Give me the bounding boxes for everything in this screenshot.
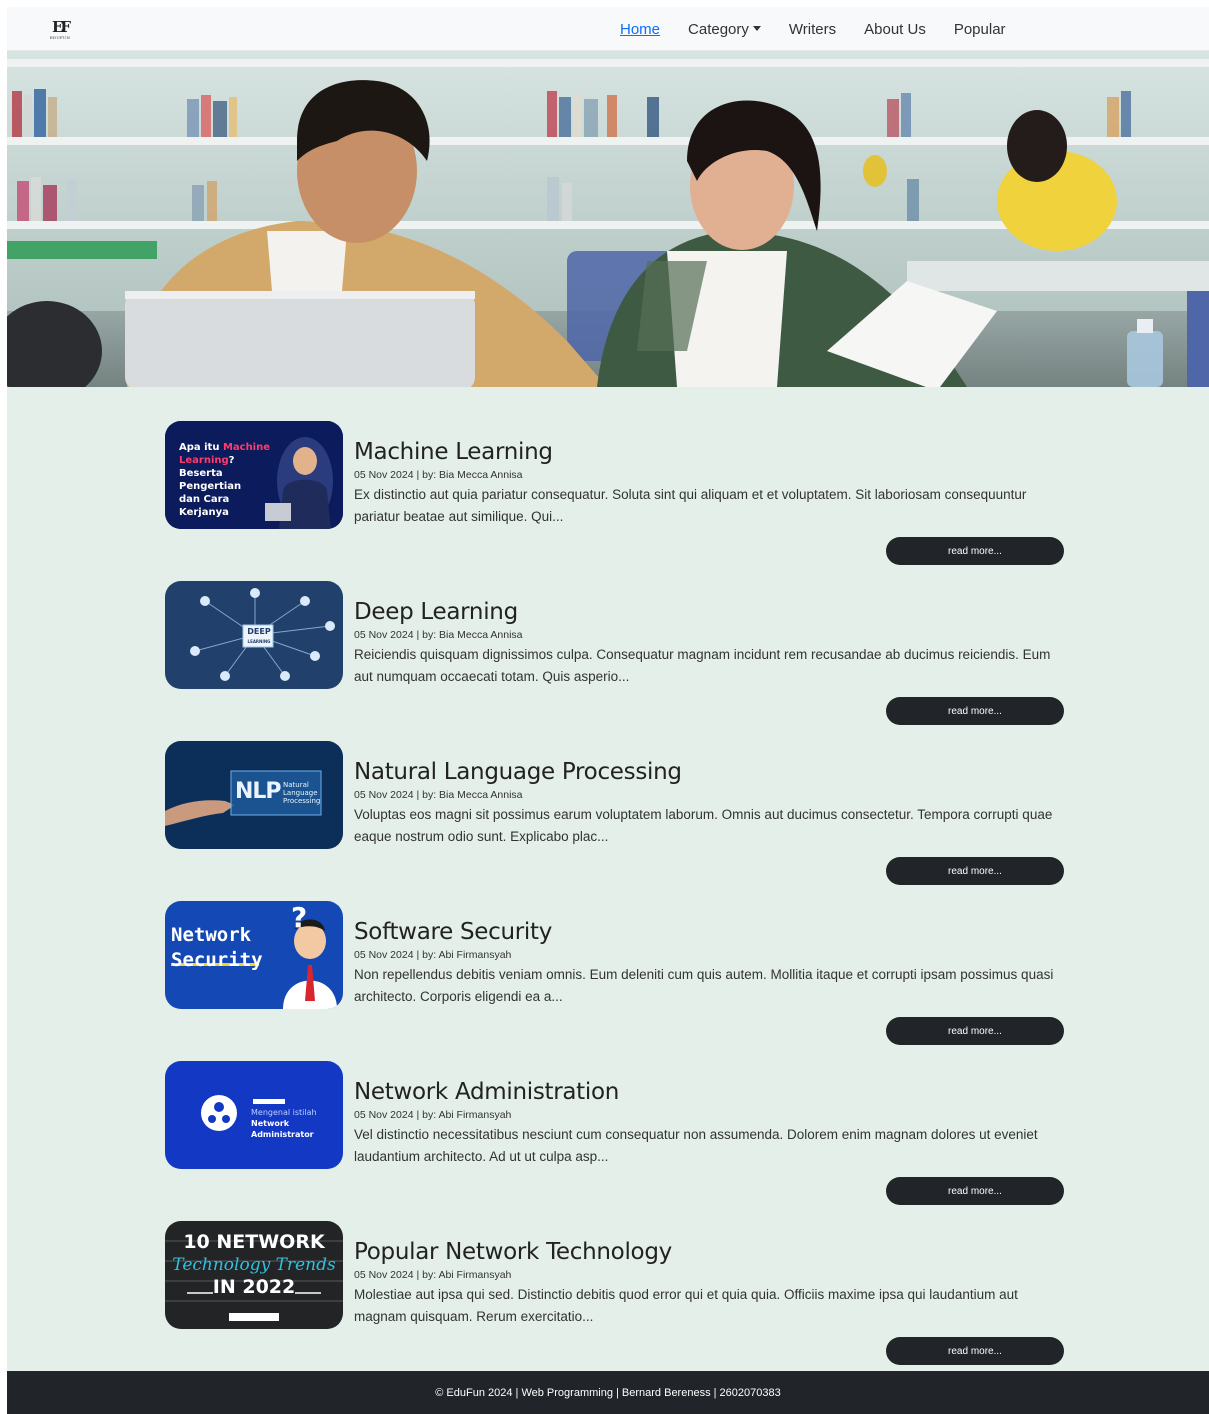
- article-title[interactable]: Software Security: [354, 919, 552, 945]
- nav-category-dropdown[interactable]: Category: [688, 21, 761, 38]
- thumb-text: Network Administrator: [251, 1119, 314, 1139]
- thumb-text: Beserta Pengertian: [179, 468, 242, 492]
- read-more-button[interactable]: read more...: [886, 1337, 1064, 1365]
- article-title[interactable]: Natural Language Processing: [354, 759, 682, 785]
- article-card: NLP Natural Language Processing Natural …: [165, 741, 1065, 901]
- article-thumbnail[interactable]: 10 NETWORK Technology Trends IN 2022: [165, 1221, 343, 1329]
- thumb-text: IN 2022: [212, 1276, 296, 1298]
- article-excerpt: Voluptas eos magni sit possimus earum vo…: [354, 807, 1053, 844]
- thumb-text: Processing: [283, 797, 321, 805]
- nav-about-link[interactable]: About Us: [864, 21, 926, 38]
- nav-writers-link[interactable]: Writers: [789, 21, 836, 38]
- article-excerpt: Molestiae aut ipsa qui sed. Distinctio d…: [354, 1287, 1018, 1324]
- article-card: ? Network Security Software Security 05 …: [165, 901, 1065, 1061]
- thumb-caption: DEEP LEARNING: [245, 627, 273, 646]
- article-thumbnail[interactable]: ? Network Security: [165, 901, 343, 1009]
- thumb-text-highlight: Learning: [179, 455, 229, 466]
- read-more-button[interactable]: read more...: [886, 1017, 1064, 1045]
- thumb-text: NLP: [235, 779, 282, 804]
- thumb-caption: Mengenal istilah Network Administrator: [251, 1107, 343, 1140]
- article-card: 10 NETWORK Technology Trends IN 2022 Pop…: [165, 1221, 1065, 1381]
- thumb-caption-small: Natural Language Processing: [283, 781, 320, 805]
- thumb-text: dan Cara Kerjanya: [179, 494, 230, 518]
- footer-text: © EduFun 2024 | Web Programming | Bernar…: [435, 1386, 781, 1399]
- article-excerpt: Vel distinctio necessitatibus nesciunt c…: [354, 1127, 1038, 1164]
- thumb-text: Natural: [283, 781, 309, 789]
- nav-home-link[interactable]: Home: [620, 21, 660, 38]
- article-title[interactable]: Network Administration: [354, 1079, 619, 1105]
- thumb-text: Security: [171, 949, 263, 971]
- brand-logo[interactable]: EF EDUFUN: [45, 17, 75, 43]
- nav-links: Home Category Writers About Us Popular: [620, 7, 1034, 51]
- thumb-text: Apa itu: [179, 442, 223, 453]
- article-meta: 05 Nov 2024 | by: Bia Mecca Annisa: [354, 789, 523, 801]
- article-meta: 05 Nov 2024 | by: Abi Firmansyah: [354, 1109, 512, 1121]
- thumb-caption: Apa itu Machine Learning? Beserta Penger…: [179, 441, 279, 519]
- thumb-text: LEARNING: [247, 639, 271, 644]
- article-card: Mengenal istilah Network Administrator N…: [165, 1061, 1065, 1221]
- thumb-text: DEEP: [247, 627, 271, 636]
- article-meta: 05 Nov 2024 | by: Abi Firmansyah: [354, 1269, 512, 1281]
- article-thumbnail[interactable]: Apa itu Machine Learning? Beserta Penger…: [165, 421, 343, 529]
- read-more-button[interactable]: read more...: [886, 697, 1064, 725]
- logo-text: EDUFUN: [49, 35, 71, 40]
- article-thumbnail[interactable]: NLP Natural Language Processing: [165, 741, 343, 849]
- hero-image: [7, 51, 1209, 387]
- read-more-button[interactable]: read more...: [886, 857, 1064, 885]
- svg-text:?: ?: [291, 901, 307, 934]
- read-more-button[interactable]: read more...: [886, 1177, 1064, 1205]
- article-thumbnail[interactable]: DEEP LEARNING: [165, 581, 343, 689]
- read-more-button[interactable]: read more...: [886, 537, 1064, 565]
- article-excerpt: Ex distinctio aut quia pariatur consequa…: [354, 487, 1027, 524]
- logo-glyph: EF: [51, 18, 71, 36]
- hero-illustration: [7, 51, 1209, 387]
- article-card: DEEP LEARNING Deep Learning 05 Nov 2024 …: [165, 581, 1065, 741]
- thumb-caption: Network Security: [171, 923, 263, 973]
- caret-down-icon: [752, 25, 761, 31]
- thumb-text: 10 NETWORK: [183, 1231, 325, 1253]
- thumb-text-highlight: Machine: [222, 442, 271, 453]
- navbar: EF EDUFUN Home Category Writers About Us…: [7, 7, 1209, 51]
- thumb-text: Language: [283, 789, 318, 797]
- article-meta: 05 Nov 2024 | by: Bia Mecca Annisa: [354, 469, 523, 481]
- article-meta: 05 Nov 2024 | by: Abi Firmansyah: [354, 949, 512, 961]
- page: EF EDUFUN Home Category Writers About Us…: [7, 7, 1209, 1414]
- nav-popular-link[interactable]: Popular: [954, 21, 1006, 38]
- article-meta: 05 Nov 2024 | by: Bia Mecca Annisa: [354, 629, 523, 641]
- thumb-caption: NLP: [235, 779, 282, 804]
- thumb-caption: 10 NETWORK Technology Trends IN 2022: [165, 1231, 343, 1298]
- thumb-text: ?: [228, 455, 235, 466]
- article-excerpt: Reiciendis quisquam dignissimos culpa. C…: [354, 647, 1051, 684]
- thumb-text: Network: [171, 924, 252, 946]
- article-title[interactable]: Deep Learning: [354, 599, 518, 625]
- article-title[interactable]: Popular Network Technology: [354, 1239, 672, 1265]
- article-thumbnail[interactable]: Mengenal istilah Network Administrator: [165, 1061, 343, 1169]
- thumb-text: Mengenal istilah: [251, 1108, 317, 1117]
- article-excerpt: Non repellendus debitis veniam omnis. Eu…: [354, 967, 1054, 1004]
- footer: © EduFun 2024 | Web Programming | Bernar…: [7, 1371, 1209, 1414]
- thumb-text-highlight: Technology Trends: [172, 1255, 336, 1275]
- article-title[interactable]: Machine Learning: [354, 439, 553, 465]
- nav-category-label: Category: [688, 20, 749, 38]
- article-card: Apa itu Machine Learning? Beserta Penger…: [165, 421, 1065, 581]
